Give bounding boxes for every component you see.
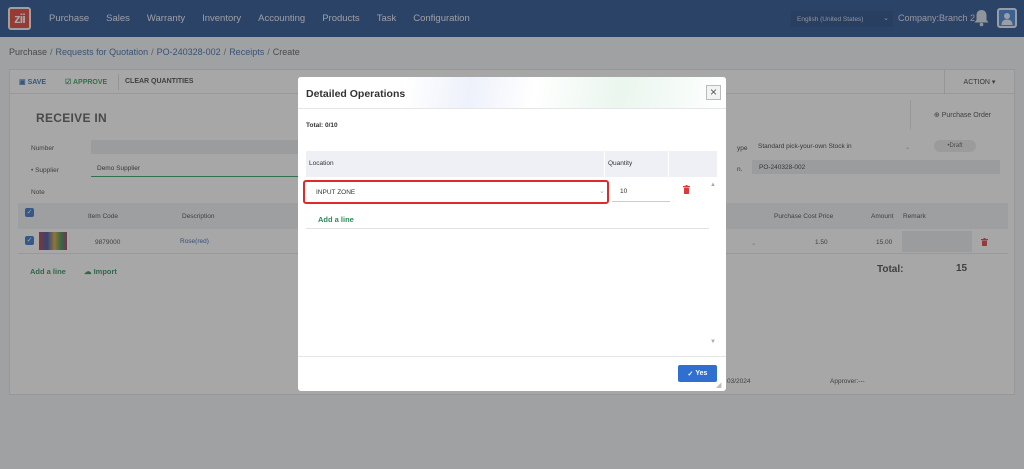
modal-footer-divider bbox=[298, 356, 726, 357]
modal-header: Detailed Operations × bbox=[298, 77, 726, 109]
quantity-value: 10 bbox=[620, 188, 628, 195]
yes-button[interactable]: ✓ Yes bbox=[678, 365, 717, 382]
check-icon: ✓ bbox=[687, 370, 696, 378]
header-divider bbox=[604, 151, 605, 177]
resize-grip-icon[interactable]: ◢ bbox=[716, 381, 721, 389]
row-divider bbox=[306, 228, 709, 229]
modal-title: Detailed Operations bbox=[306, 88, 406, 100]
quantity-input[interactable]: 10 bbox=[612, 180, 670, 202]
detailed-operations-modal: Detailed Operations × Total: 0/10 Locati… bbox=[298, 77, 726, 391]
col-location: Location bbox=[309, 160, 334, 167]
modal-total: Total: 0/10 bbox=[306, 122, 338, 129]
scroll-down-icon[interactable]: ▼ bbox=[710, 339, 716, 345]
location-value: INPUT ZONE bbox=[316, 189, 356, 196]
header-divider bbox=[668, 151, 669, 177]
operations-table-header: Location Quantity bbox=[306, 151, 717, 177]
scroll-up-icon[interactable]: ▲ bbox=[710, 182, 716, 188]
close-icon[interactable]: × bbox=[706, 85, 721, 100]
trash-icon[interactable] bbox=[683, 185, 690, 194]
chevron-down-icon: ⌄ bbox=[599, 188, 605, 195]
add-a-line-link[interactable]: Add a line bbox=[318, 215, 354, 224]
location-select[interactable]: INPUT ZONE ⌄ bbox=[303, 180, 609, 204]
col-quantity: Quantity bbox=[608, 160, 633, 167]
